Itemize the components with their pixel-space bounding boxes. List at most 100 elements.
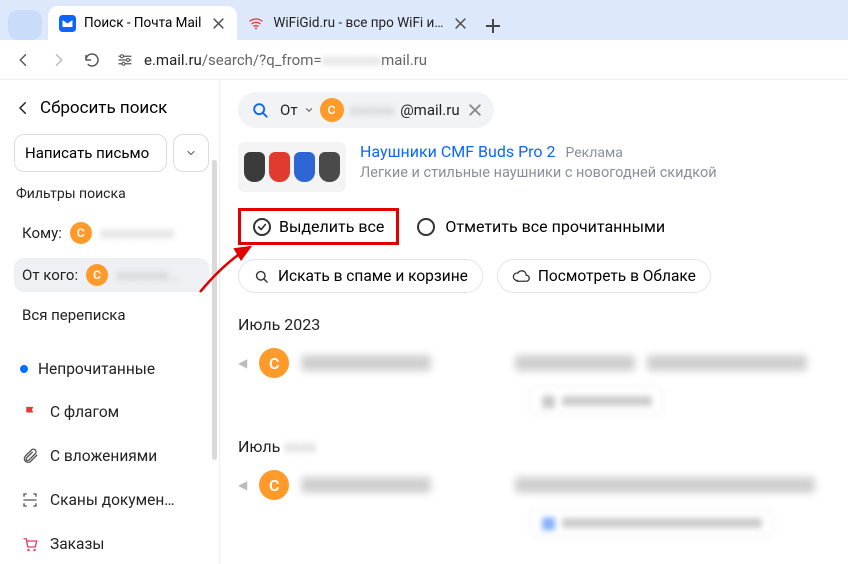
avatar: С: [259, 470, 289, 500]
browser-tab-active[interactable]: Поиск - Почта Mail: [48, 6, 237, 40]
mail-sender-blurred: [301, 355, 431, 371]
sidebar: Сбросить поиск Написать письмо Фильтры п…: [0, 80, 220, 564]
search-email-blurred: xxxxxx: [350, 101, 395, 119]
unread-dot-icon: [20, 365, 28, 373]
mark-read-label: Отметить все прочитанными: [445, 217, 665, 236]
sidebar-item-unread[interactable]: Непрочитанные: [14, 352, 209, 386]
chevron-left-icon: [14, 99, 32, 117]
compose-more-button[interactable]: [173, 134, 209, 172]
search-from-chip[interactable]: От С xxxxxx @mail.ru: [280, 98, 484, 122]
search-pill[interactable]: От С xxxxxx @mail.ru: [238, 92, 494, 128]
earbud-icon: [269, 152, 290, 182]
sidebar-item-flagged[interactable]: С флагом: [14, 394, 209, 430]
mail-preview-blurred: [647, 355, 807, 371]
list-toolbar: Выделить все Отметить все прочитанными: [238, 208, 830, 245]
reset-search-button[interactable]: Сбросить поиск: [14, 94, 209, 126]
back-icon[interactable]: [14, 50, 34, 70]
reset-search-label: Сбросить поиск: [40, 98, 167, 118]
expand-icon[interactable]: ◀: [238, 356, 247, 370]
browser-toolbar: e.mail.ru/search/?q_from=xxxxxxxxmail.ru: [0, 40, 848, 80]
sidebar-item-label: С вложениями: [50, 447, 157, 465]
select-all-button[interactable]: Выделить все: [238, 208, 399, 245]
wifi-favicon: [247, 14, 265, 32]
close-icon[interactable]: [451, 14, 469, 32]
cart-icon: [20, 534, 40, 554]
earbud-icon: [294, 152, 315, 182]
main-panel: От С xxxxxx @mail.ru Наушники CMF Buds Pr…: [220, 80, 848, 564]
month-heading: Июль 2023: [238, 315, 830, 334]
close-icon[interactable]: [209, 14, 227, 32]
check-circle-icon: [253, 218, 271, 236]
sidebar-item-label: Непрочитанные: [38, 360, 155, 378]
sidebar-scrollbar[interactable]: [212, 160, 217, 460]
avatar: С: [259, 348, 289, 378]
search-icon: [250, 100, 270, 120]
forward-icon: [48, 50, 68, 70]
filter-all-thread[interactable]: Вся переписка: [14, 300, 209, 330]
filter-from-label: От кого:: [22, 266, 78, 284]
clear-chip-icon[interactable]: [466, 101, 484, 119]
avatar: С: [86, 264, 108, 286]
url-path: /search/?q_from=: [202, 51, 322, 69]
search-icon: [253, 268, 270, 285]
avatar: С: [70, 222, 92, 244]
ad-block[interactable]: Наушники CMF Buds Pro 2 Реклама Легкие и…: [238, 142, 830, 192]
sidebar-item-label: Заказы: [50, 535, 104, 553]
mail-subject-blurred: [515, 477, 815, 493]
search-spam-label: Искать в спаме и корзине: [278, 267, 468, 285]
filter-to-label: Кому:: [22, 224, 62, 242]
browser-tab-inactive[interactable]: WiFiGid.ru - все про WiFi и бе…: [237, 6, 479, 40]
url-suffix: mail.ru: [381, 51, 427, 69]
circle-icon: [417, 218, 435, 236]
mail-favicon: [58, 14, 76, 32]
url-blurred: xxxxxxxx: [322, 51, 382, 69]
compose-button[interactable]: Написать письмо: [14, 134, 167, 172]
earbud-icon: [319, 152, 340, 182]
avatar: С: [320, 98, 344, 122]
expand-icon[interactable]: ◀: [238, 478, 247, 492]
new-tab-button[interactable]: [479, 12, 507, 40]
sidebar-item-label: С флагом: [50, 403, 119, 421]
ad-title: Наушники CMF Buds Pro 2: [360, 142, 556, 161]
browser-tabstrip: Поиск - Почта Mail WiFiGid.ru - все про …: [0, 0, 848, 40]
sidebar-item-label: Сканы докумен…: [50, 491, 175, 509]
site-settings-icon[interactable]: [116, 51, 134, 69]
mail-subject-blurred: [515, 355, 635, 371]
month-prefix: Июль: [238, 437, 280, 456]
mark-all-read-button[interactable]: Отметить все прочитанными: [417, 217, 665, 236]
ad-subtitle: Легкие и стильные наушники с новогодней …: [360, 164, 717, 181]
mail-row[interactable]: ◀ С: [238, 470, 830, 500]
month-heading: Июль xxxx: [238, 437, 830, 456]
month-year-blurred: xxxx: [284, 437, 316, 456]
select-all-label: Выделить все: [279, 217, 384, 236]
compose-label: Написать письмо: [25, 144, 149, 162]
filters-heading: Фильтры поиска: [14, 180, 209, 208]
url-host: e.mail.ru: [144, 51, 202, 69]
attachment-chip-blurred: ▦: [530, 508, 773, 537]
search-from-prefix: От: [280, 101, 298, 119]
tab-title: WiFiGid.ru - все про WiFi и бе…: [273, 15, 443, 31]
view-cloud-label: Посмотреть в Облаке: [538, 267, 696, 285]
search-email-suffix: @mail.ru: [400, 101, 459, 119]
search-spam-button[interactable]: Искать в спаме и корзине: [238, 259, 483, 293]
flag-icon: [20, 402, 40, 422]
view-cloud-button[interactable]: Посмотреть в Облаке: [497, 259, 711, 293]
sidebar-item-orders[interactable]: Заказы: [14, 526, 209, 562]
sidebar-item-attachments[interactable]: С вложениями: [14, 438, 209, 474]
window-controls-pill: [8, 10, 42, 40]
mail-row[interactable]: ◀ С: [238, 348, 830, 378]
paperclip-icon: [20, 446, 40, 466]
reload-icon[interactable]: [82, 50, 102, 70]
ad-tag: Реклама: [565, 145, 622, 161]
sidebar-item-scans[interactable]: Сканы докумен…: [14, 482, 209, 518]
chevron-down-icon: [185, 147, 197, 159]
chevron-down-icon: [304, 105, 314, 115]
scan-icon: [20, 490, 40, 510]
address-bar[interactable]: e.mail.ru/search/?q_from=xxxxxxxxmail.ru: [116, 51, 427, 69]
filter-from[interactable]: От кого: С xxxxxxx…: [14, 258, 209, 292]
attachment-chip-blurred: ▦: [530, 386, 663, 415]
filter-all-thread-label: Вся переписка: [22, 306, 126, 324]
filter-to[interactable]: Кому: С xxxxxxxxxx: [14, 216, 209, 250]
tab-title: Поиск - Почта Mail: [84, 15, 201, 31]
filter-to-value-blurred: xxxxxxxxxx: [100, 224, 174, 242]
